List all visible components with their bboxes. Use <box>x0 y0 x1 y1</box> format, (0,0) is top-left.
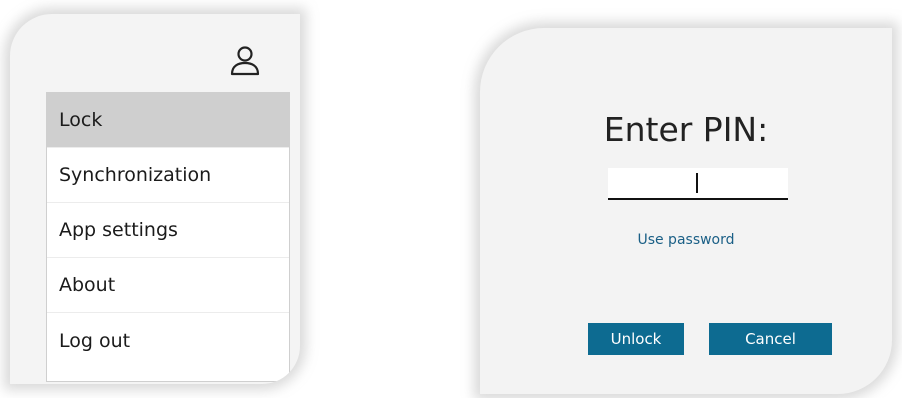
menu-item-label: Lock <box>59 109 103 131</box>
unlock-button[interactable]: Unlock <box>588 323 684 355</box>
menu-item-label: App settings <box>59 219 178 241</box>
menu-item-synchronization[interactable]: Synchronization <box>47 148 289 203</box>
use-password-link[interactable]: Use password <box>480 232 892 248</box>
menu-item-about[interactable]: About <box>47 258 289 313</box>
cancel-button[interactable]: Cancel <box>709 323 832 355</box>
menu-item-label: About <box>59 274 116 296</box>
menu-item-log-out[interactable]: Log out <box>47 313 289 368</box>
pin-input[interactable] <box>608 168 788 200</box>
account-menu: Lock Synchronization App settings About … <box>46 92 290 382</box>
menu-item-app-settings[interactable]: App settings <box>47 203 289 258</box>
menu-item-label: Synchronization <box>59 164 212 186</box>
menu-item-label: Log out <box>59 329 131 352</box>
menu-item-lock[interactable]: Lock <box>47 93 289 148</box>
account-menu-panel: Lock Synchronization App settings About … <box>10 14 300 384</box>
pin-dialog: Enter PIN: Use password Unlock Cancel <box>480 28 892 394</box>
text-caret <box>696 173 698 193</box>
pin-dialog-title: Enter PIN: <box>603 110 769 149</box>
user-icon[interactable] <box>228 44 262 78</box>
